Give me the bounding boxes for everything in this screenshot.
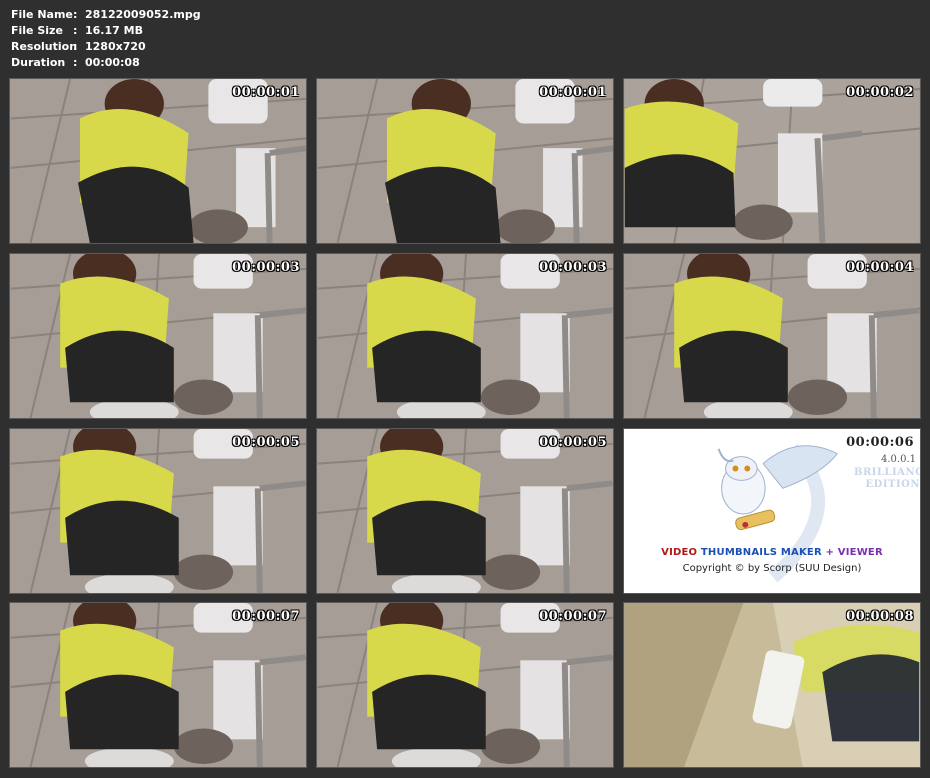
timestamp: 00:00:06 [846, 435, 914, 450]
video-thumbnail[interactable]: 00:00:07 [9, 602, 307, 768]
resolution-label: Resolution [11, 40, 78, 53]
video-thumbnail[interactable]: 00:00:02 [623, 78, 921, 244]
frame-image [10, 254, 306, 418]
promo-thumbnail[interactable]: 00:00:06 4.0.0.1 BRILLIANCE EDITION VIDE… [623, 428, 921, 594]
frame-image [624, 254, 920, 418]
timestamp: 00:00:01 [539, 85, 607, 100]
brand-part: VIDEO [661, 547, 701, 558]
frame-image [317, 254, 613, 418]
separator: : [73, 40, 78, 53]
frame-image [10, 79, 306, 243]
resolution-value: 1280x720 [85, 40, 146, 53]
brand-part: THUMBNAILS MAKER [700, 547, 822, 558]
separator: : [73, 8, 78, 21]
separator: : [73, 56, 78, 69]
video-thumbnail[interactable]: 00:00:04 [623, 253, 921, 419]
video-thumbnail[interactable]: 00:00:05 [9, 428, 307, 594]
frame-image [624, 79, 920, 243]
duration-label: Duration [11, 56, 66, 69]
video-thumbnail[interactable]: 00:00:08 [623, 602, 921, 768]
timestamp: 00:00:01 [232, 85, 300, 100]
timestamp: 00:00:08 [846, 609, 914, 624]
duration-row: Duration : 00:00:08 [11, 55, 201, 71]
timestamp: 00:00:05 [539, 435, 607, 450]
file-size-value: 16.17 MB [85, 24, 143, 37]
frame-image [624, 603, 920, 767]
brand-title: VIDEO THUMBNAILS MAKER + VIEWER [624, 547, 920, 558]
timestamp: 00:00:03 [232, 260, 300, 275]
video-thumbnail[interactable]: 00:00:01 [316, 78, 614, 244]
frame-image [10, 603, 306, 767]
video-thumbnail[interactable]: 00:00:01 [9, 78, 307, 244]
file-name-row: File Name : 28122009052.mpg [11, 7, 201, 23]
video-thumbnail[interactable]: 00:00:03 [9, 253, 307, 419]
file-info-panel: File Name : 28122009052.mpg File Size : … [11, 7, 201, 71]
file-size-row: File Size : 16.17 MB [11, 23, 201, 39]
frame-image [10, 429, 306, 593]
resolution-row: Resolution : 1280x720 [11, 39, 201, 55]
edition-line: EDITION [865, 479, 920, 490]
timestamp: 00:00:07 [232, 609, 300, 624]
file-name-label: File Name [11, 8, 73, 21]
video-thumbnail[interactable]: 00:00:05 [316, 428, 614, 594]
duration-value: 00:00:08 [85, 56, 140, 69]
copyright-text: Copyright © by Scorp (SUU Design) [682, 563, 862, 574]
timestamp: 00:00:03 [539, 260, 607, 275]
edition-line: BRILLIANCE [854, 467, 920, 478]
timestamp: 00:00:04 [846, 260, 914, 275]
version-text: 4.0.0.1 [881, 454, 916, 465]
video-thumbnail[interactable]: 00:00:07 [316, 602, 614, 768]
timestamp: 00:00:05 [232, 435, 300, 450]
video-thumbnail[interactable]: 00:00:03 [316, 253, 614, 419]
timestamp: 00:00:07 [539, 609, 607, 624]
file-size-label: File Size [11, 24, 63, 37]
brand-part: + VIEWER [821, 547, 883, 558]
frame-image [317, 429, 613, 593]
frame-image [317, 79, 613, 243]
file-name-value: 28122009052.mpg [85, 8, 201, 21]
timestamp: 00:00:02 [846, 85, 914, 100]
edition-text: BRILLIANCE EDITION [854, 467, 920, 491]
frame-image [317, 603, 613, 767]
separator: : [73, 24, 78, 37]
